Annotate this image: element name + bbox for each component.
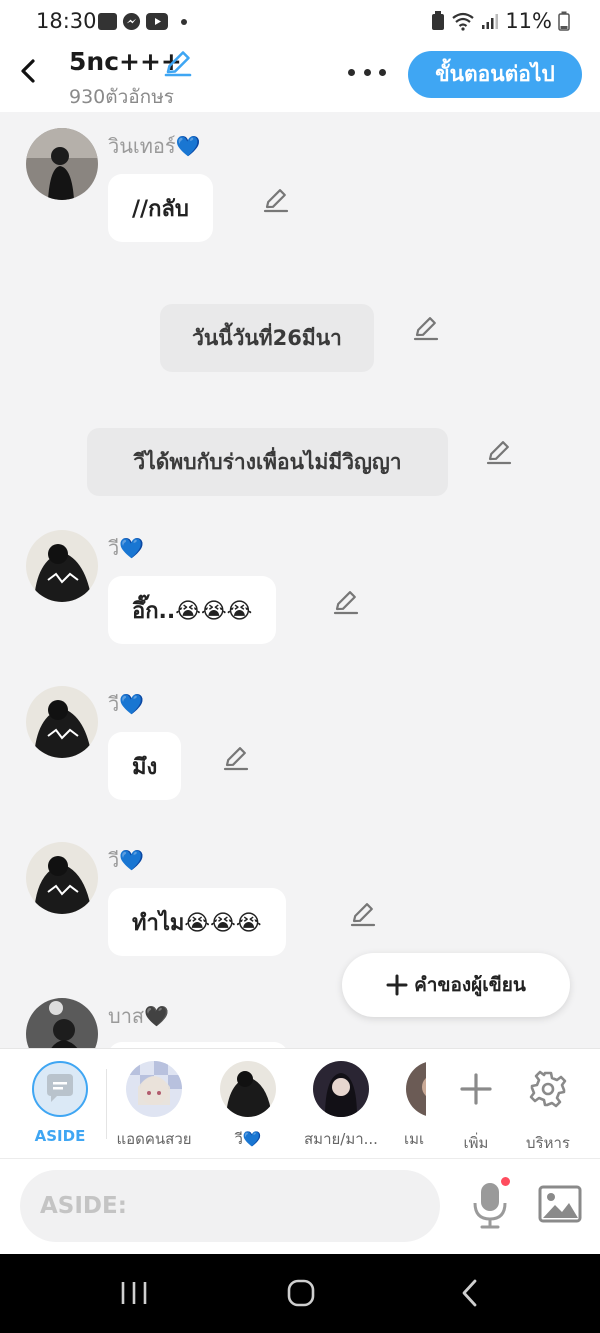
- more-options-icon[interactable]: [348, 64, 386, 80]
- character-v[interactable]: วี💙: [204, 1061, 292, 1151]
- avatar-v[interactable]: [26, 686, 98, 758]
- avatar: [126, 1061, 182, 1117]
- author-words-button[interactable]: คำของผู้เขียน: [342, 953, 570, 1017]
- message-bubble[interactable]: ทำไม😭😭😭: [108, 888, 286, 956]
- avatar: [313, 1061, 369, 1117]
- home-icon[interactable]: [286, 1278, 316, 1308]
- edit-message-icon[interactable]: [412, 314, 440, 342]
- gear-icon: [529, 1070, 567, 1108]
- wifi-icon: [452, 12, 474, 31]
- system-nav-bar: [0, 1254, 600, 1333]
- notification-icons: [98, 12, 187, 31]
- messenger-icon: [122, 12, 141, 31]
- back-arrow-icon[interactable]: [14, 54, 42, 88]
- aside-icon: [32, 1061, 88, 1117]
- plus-icon: [386, 974, 408, 996]
- back-icon[interactable]: [458, 1278, 482, 1308]
- next-step-button[interactable]: ขั้นตอนต่อไป: [408, 51, 582, 98]
- character-selector: ASIDE แอดคนสวย วี💙 สมาย/มา... เมเ เพิ่ม …: [0, 1048, 600, 1158]
- narration-bubble[interactable]: วีได้พบกับร่างเพื่อนไม่มีวิญญา: [87, 428, 448, 496]
- divider: [106, 1069, 107, 1139]
- manage-characters-button[interactable]: บริหาร: [504, 1061, 592, 1155]
- status-time: 18:30: [36, 9, 97, 33]
- message-input[interactable]: ASIDE:: [20, 1170, 440, 1242]
- avatar-v[interactable]: [26, 842, 98, 914]
- microphone-icon[interactable]: [470, 1179, 510, 1231]
- sender-name: วี💙: [108, 536, 145, 560]
- plus-icon: [460, 1073, 492, 1105]
- youtube-icon: [146, 13, 168, 30]
- image-icon[interactable]: [538, 1185, 582, 1223]
- sender-name: วี💙: [108, 692, 145, 716]
- character-count: 930ตัวอักษร: [69, 86, 174, 108]
- message-bubble[interactable]: อึ๊ก..😭😭😭: [108, 576, 277, 644]
- avatar: [220, 1061, 276, 1117]
- battery-saver-icon: [432, 11, 445, 30]
- character-label: วี💙: [234, 1130, 262, 1148]
- status-right: 11%: [431, 9, 570, 33]
- character-label: แอดคนสวย: [116, 1130, 192, 1148]
- message-bubble[interactable]: มึง: [108, 732, 182, 800]
- edit-message-icon[interactable]: [349, 900, 377, 928]
- edit-message-icon[interactable]: [332, 588, 360, 616]
- avatar-v[interactable]: [26, 530, 98, 602]
- sender-name: บาส🖤: [108, 1004, 170, 1028]
- battery-percent: 11%: [505, 9, 552, 33]
- author-words-label: คำของผู้เขียน: [414, 974, 526, 996]
- input-bar: ASIDE:: [0, 1158, 600, 1254]
- chat-area[interactable]: วินเทอร์💙 //กลับ วันนี้วันที่26มีนา วีได…: [0, 112, 600, 1048]
- recent-apps-icon[interactable]: [119, 1279, 149, 1307]
- manage-label: บริหาร: [526, 1134, 570, 1152]
- character-label: สมาย/มา...: [304, 1130, 378, 1148]
- sender-name: วี💙: [108, 848, 145, 872]
- edit-title-icon[interactable]: [163, 48, 193, 78]
- editor-header: 5nc+++ 930ตัวอักษร ขั้นตอนต่อไป: [0, 44, 600, 112]
- signal-icon: [482, 14, 499, 29]
- edit-message-icon[interactable]: [222, 744, 250, 772]
- character-smile[interactable]: สมาย/มา...: [297, 1061, 385, 1151]
- character-admin[interactable]: แอดคนสวย: [110, 1061, 198, 1151]
- edit-message-icon[interactable]: [485, 438, 513, 466]
- character-label: ASIDE: [34, 1127, 86, 1145]
- recording-dot: [501, 1177, 510, 1186]
- battery-icon: [558, 11, 570, 31]
- character-label: เมเ: [404, 1130, 425, 1148]
- avatar-winter[interactable]: [26, 128, 98, 200]
- gallery-icon: [98, 13, 117, 30]
- more-notifications-dot: [181, 18, 187, 25]
- sender-name: วินเทอร์💙: [108, 134, 201, 158]
- avatar: [406, 1061, 426, 1117]
- message-bubble[interactable]: //กลับ: [108, 174, 213, 242]
- edit-message-icon[interactable]: [262, 186, 290, 214]
- status-bar: 18:30 11%: [0, 0, 600, 44]
- character-partial[interactable]: เมเ: [392, 1061, 426, 1151]
- character-aside[interactable]: ASIDE: [16, 1061, 104, 1145]
- avatar-bas[interactable]: [26, 998, 98, 1048]
- narration-bubble[interactable]: วันนี้วันที่26มีนา: [160, 304, 374, 372]
